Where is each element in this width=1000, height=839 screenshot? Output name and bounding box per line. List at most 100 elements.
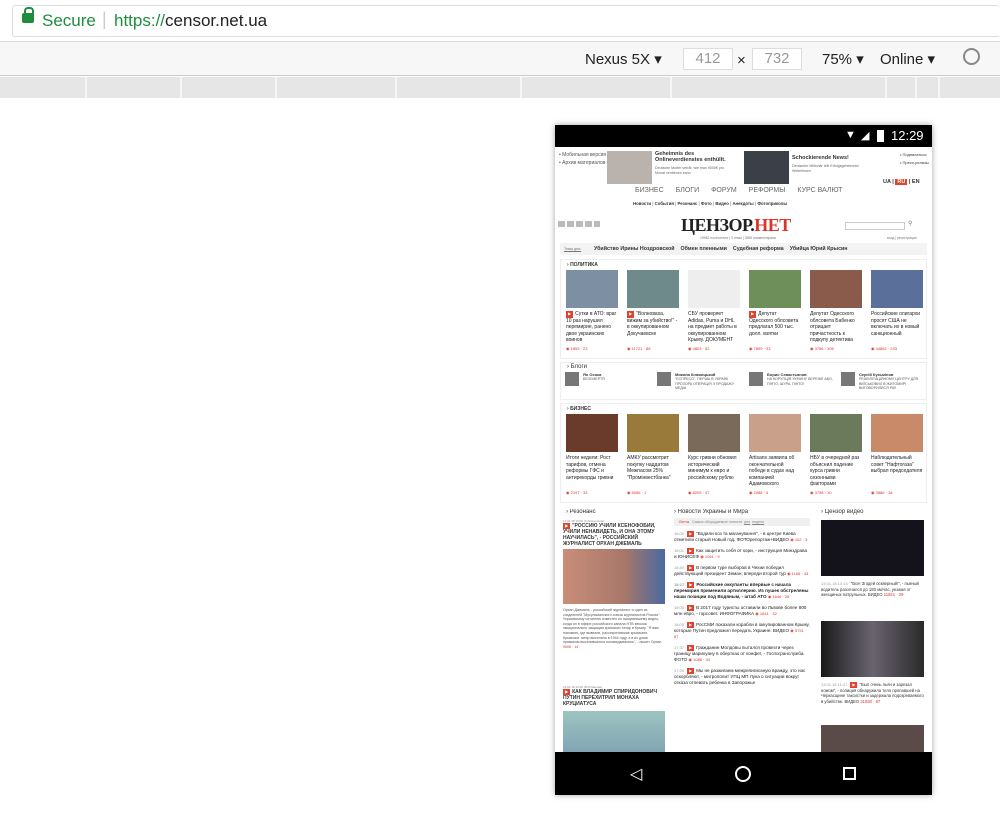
network-select[interactable]: Online ▾ [880,50,935,68]
search-icon[interactable]: ⚲ [908,220,912,227]
article-card[interactable]: Artisans заявила об окончательной победе… [749,414,801,495]
article-card[interactable]: Курс гривни обновил исторический минимум… [688,414,740,495]
article-title[interactable]: Российские олигархи просят США не включа… [871,311,923,344]
article-title[interactable]: Итоги недели: Рост тарифов, отмена рефор… [566,455,618,488]
mobile-version-link[interactable]: • Мобильная версия [559,152,606,158]
subnav-item[interactable]: Фото [701,201,712,206]
topic-link[interactable]: Убийца Юрий Крысин [790,246,848,252]
article-image[interactable] [749,270,801,308]
menu-item[interactable]: БЛОГИ [676,187,699,194]
menu-item[interactable]: БИЗНЕС [635,187,664,194]
article-card[interactable]: НБУ в очередной раз объяснил падение кур… [810,414,862,495]
device-select[interactable]: Nexus 5X ▾ [585,50,662,68]
video-item[interactable]: 13.01.18 13:14 "Все! Згодей оскверный!", … [821,581,924,598]
home-icon[interactable] [735,766,751,782]
video-thumbnail[interactable] [821,621,924,677]
news-item[interactable]: 18:00 ▶ РосСМИ показали корабли в оккупиро… [674,622,810,640]
article-title[interactable]: ▶ Депутат Одесского облсовета предлагал 5… [749,311,801,344]
width-input[interactable]: 412 [683,48,733,70]
article-image[interactable] [563,711,665,754]
blog-text[interactable]: БЕЗСМЕРТЯ [583,377,653,382]
article-title[interactable]: ▶ Сутки в АТО: враг 10 раз нарушил переми… [566,311,618,344]
article-image[interactable] [627,270,679,308]
archive-link[interactable]: • Архив материалов [559,160,605,166]
back-icon[interactable]: ◁ [630,764,642,784]
language-switcher[interactable]: UA | RU | EN [883,179,920,185]
subnav-item[interactable]: События [655,201,674,206]
article-image[interactable] [749,414,801,452]
article-image[interactable] [566,414,618,452]
menu-item[interactable]: ФОРУМ [711,187,737,194]
news-item[interactable]: 18:17 ▶ Российские оккупанты впервые с нач… [674,582,810,600]
article-image[interactable] [563,549,665,604]
article-card[interactable]: ▶ Депутат Одесского облсовета предлагал 5… [749,270,801,351]
blog-text[interactable]: НА КОРУПЦІЯ УКРАЇНУ БЕРЕЖЕ АБО, ПІНТО, Ш… [767,377,837,386]
news-item[interactable]: 18:00 ▶ В 2017 году туристы оставили во Ль… [674,605,810,617]
news-item[interactable]: 17:37 ▶ Гражданин Молдовы пытался провезти… [674,645,810,663]
ad-title[interactable]: Schockierende News! [792,155,872,161]
article-card[interactable]: СБУ проверяет Adidas, Puma и DHL на пред… [688,270,740,351]
blog-text[interactable]: "ЕСПРЕСО". ПЕРША В УКРАЇНІ ПРОЗОРА ОПЕРА… [675,377,745,391]
article-title[interactable]: НБУ в очередной раз объяснил падение кур… [810,455,862,488]
article-title[interactable]: ▶ "Волноваха, вижим за убийство!" - в окк… [627,311,679,344]
article-title[interactable]: СБУ проверяет Adidas, Puma и DHL на пред… [688,311,740,344]
video-item[interactable]: 13.01.18 11:27 ▶ "Был очень пьян и зарезал… [821,682,924,704]
topic-link[interactable]: Обмен пленными [680,246,726,252]
menu-item[interactable]: РЕФОРМЫ [749,187,786,194]
social-icons[interactable] [558,221,600,227]
address-bar[interactable]: Secure | https://censor.net.ua [0,0,1000,42]
article-image[interactable] [810,414,862,452]
menu-item[interactable]: КУРС ВАЛЮТ [797,187,842,194]
article-title[interactable]: Artisans заявила об окончательной победе… [749,455,801,488]
subnav-item[interactable]: Фотоприколы [757,201,787,206]
article-title[interactable]: Депутат Одесского облсовета Бабенко отри… [810,311,862,344]
article-image[interactable] [627,414,679,452]
tab-feed[interactable]: Лента [679,520,689,524]
media-query-bar[interactable] [0,77,1000,98]
site-logo[interactable]: ЦЕНЗОР.НЕТ [681,215,791,236]
blog-text[interactable]: РЕАБІЛІТАЦІЙНОМУ ЦЕНТРУ ДЛЯ ВІЙСЬКОВИХ В… [859,377,929,391]
article-title[interactable]: АМКУ рассмотрит покупку наддатом Межпасо… [627,455,679,488]
tab-most-discussed[interactable]: Самые обсуждаемые новости [692,520,742,524]
article-card[interactable]: АМКУ рассмотрит покупку наддатом Межпасо… [627,414,679,495]
video-thumbnail[interactable] [821,520,924,576]
article-card[interactable]: Российские олигархи просят США не включа… [871,270,923,351]
subnav-item[interactable]: Резонанс [678,201,698,206]
news-item[interactable]: 18:40 ▶ В первом туре выборов в Чехии побе… [674,565,810,577]
news-item[interactable]: 18:01 ▶ Как защитить себя от кори, - инстр… [674,548,810,560]
ad-image[interactable] [607,151,652,184]
news-item[interactable]: 17:29 ▶ Мы не разжигаем межрелигиозную вра… [674,668,810,686]
article-image[interactable] [810,270,862,308]
resonance-headline[interactable]: ▶ КАК ВЛАДИМИР СПИРИДОНОВИЧ ПУТИН ПЕРЕХИТ… [563,689,665,707]
article-title[interactable]: Курс гривни обновил исторический минимум… [688,455,740,488]
url-text[interactable]: https://censor.net.ua [114,11,267,31]
ad-title[interactable]: Geheimnis des Onlineverdienstes enthüllt… [655,151,735,163]
topic-link[interactable]: Убийство Ирины Ноздровской [594,246,674,252]
article-card[interactable]: ▶ Сутки в АТО: враг 10 раз нарушил переми… [566,270,618,351]
subnav-item[interactable]: Видео [715,201,729,206]
video-thumbnail[interactable] [821,725,924,754]
news-item[interactable]: 18:00 ▶ "Водили коз та маганування", - в ц… [674,531,810,543]
article-image[interactable] [688,270,740,308]
press-link[interactable]: • Пресс-релизы [900,160,929,166]
zoom-select[interactable]: 75% ▾ [822,50,864,68]
subscribe-link[interactable]: • Подписаться [900,152,926,158]
search-input[interactable] [845,222,905,230]
article-card[interactable]: Наблюдательный совет "Нафтогаза" выбрал … [871,414,923,495]
subnav-item[interactable]: Анекдоты [732,201,753,206]
article-title[interactable]: Наблюдательный совет "Нафтогаза" выбрал … [871,455,923,488]
recents-icon[interactable] [843,767,856,780]
article-card[interactable]: Депутат Одесского облсовета Бабенко отри… [810,270,862,351]
article-image[interactable] [871,270,923,308]
tab-week[interactable]: недели [752,520,764,524]
article-card[interactable]: Итоги недели: Рост тарифов, отмена рефор… [566,414,618,495]
height-input[interactable]: 732 [752,48,802,70]
tab-day[interactable]: дня [744,520,750,524]
resonance-headline[interactable]: ▶ "РОССИЮ УЧИЛИ КСЕНОФОБИИ, УЧИЛИ НЕНАВИД… [563,523,665,547]
topic-link[interactable]: Судебная реформа [733,246,784,252]
login-link[interactable]: вход | регистрация [887,235,917,241]
article-image[interactable] [871,414,923,452]
rotate-icon[interactable] [959,44,984,69]
article-image[interactable] [688,414,740,452]
article-image[interactable] [566,270,618,308]
